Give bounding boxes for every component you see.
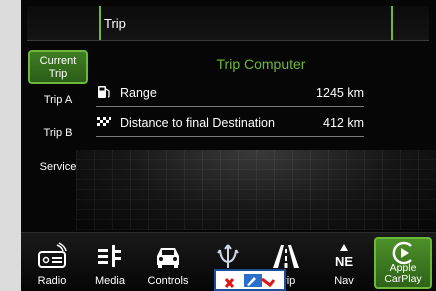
- range-value: 1245 km: [316, 86, 364, 100]
- menu-item-label: Trip B: [43, 127, 73, 139]
- compass-heading: NE: [335, 254, 353, 269]
- range-row: Range 1245 km: [96, 82, 364, 107]
- nav-radio-label: Radio: [37, 275, 67, 287]
- page-title: Trip: [104, 16, 126, 31]
- floating-overlay-widget[interactable]: [214, 269, 286, 291]
- road-perspective-background: [76, 150, 436, 230]
- menu-item-label: Current Trip: [39, 55, 77, 80]
- destination-distance-row: Distance to final Destination 412 km: [96, 112, 364, 137]
- car-controls-icon: [157, 248, 179, 268]
- nav-radio-button[interactable]: Radio: [23, 237, 81, 289]
- compass-ne-icon: NE: [335, 244, 353, 269]
- destination-distance-label: Distance to final Destination: [120, 116, 275, 130]
- menu-item-trip-a[interactable]: Trip A: [28, 94, 88, 107]
- fuel-pump-icon: [98, 86, 110, 98]
- road-icon: [273, 245, 299, 268]
- menu-item-label: Service: [39, 161, 77, 173]
- checkered-flag-icon: [97, 117, 111, 126]
- nav-media-label: Media: [95, 275, 125, 287]
- media-icon: [98, 245, 121, 267]
- panel-title: Trip Computer: [216, 56, 306, 72]
- destination-distance-value: 412 km: [323, 116, 364, 130]
- nav-navigation-label: Nav: [334, 275, 354, 287]
- radio-icon: [38, 242, 67, 268]
- top-bar-right-segment[interactable]: [391, 6, 431, 40]
- nav-media-button[interactable]: Media: [81, 237, 139, 289]
- nav-navigation-button[interactable]: NE Nav: [315, 237, 373, 289]
- top-bar-left-segment[interactable]: [27, 6, 101, 40]
- nav-carplay-button[interactable]: Apple CarPlay: [374, 237, 432, 289]
- overlay-graphic-icon: [224, 274, 276, 288]
- range-label: Range: [120, 86, 157, 100]
- maserati-trident-icon: [217, 244, 239, 268]
- top-bar: Trip: [27, 6, 429, 41]
- nav-controls-label: Controls: [147, 275, 189, 287]
- nav-controls-button[interactable]: Controls: [139, 237, 197, 289]
- menu-item-label: Trip A: [43, 94, 73, 106]
- nav-carplay-label: Apple CarPlay: [384, 262, 422, 285]
- menu-item-trip-b[interactable]: Trip B: [28, 127, 88, 140]
- infotainment-screen: Trip Current Trip Trip A Trip B Service …: [21, 0, 436, 291]
- menu-item-current-trip[interactable]: Current Trip: [28, 50, 88, 84]
